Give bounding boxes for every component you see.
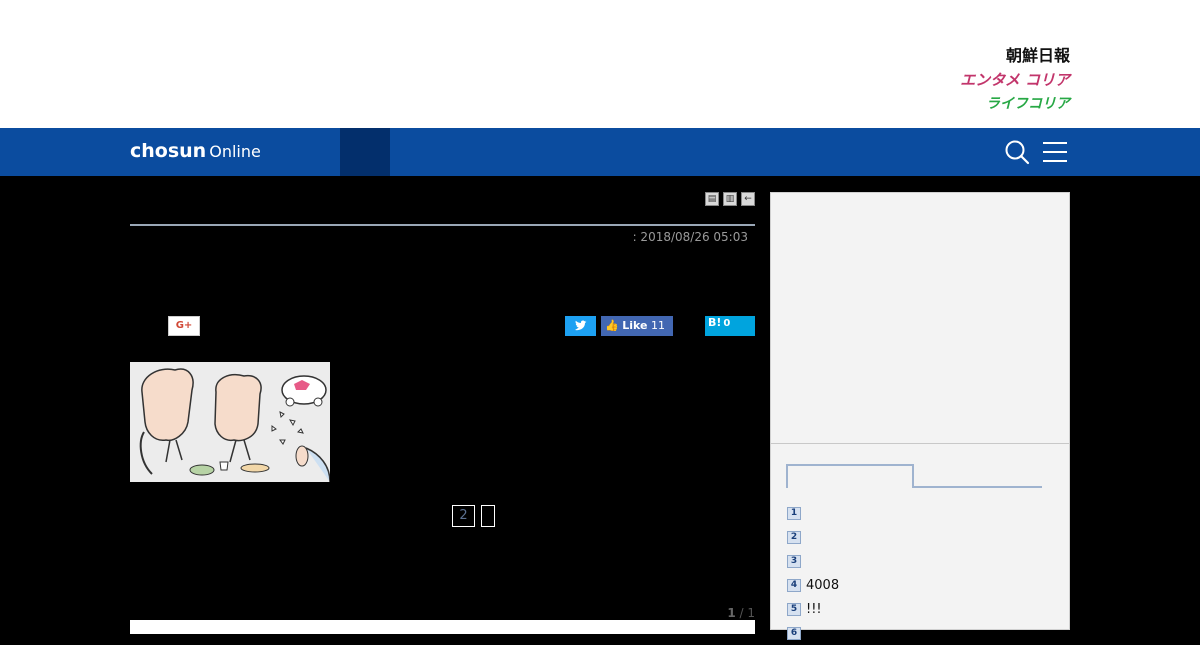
article-pager: 2 (452, 505, 495, 527)
logo-bold: chosun (130, 140, 207, 162)
hatena-count: 0 (723, 318, 731, 329)
page-count-current: 1 (727, 606, 736, 620)
page-count: 1 / 1 (727, 606, 755, 620)
next-page-button[interactable] (481, 505, 495, 527)
hatena-label: B! (708, 316, 722, 329)
list-item[interactable]: 6 (787, 621, 1047, 645)
ranking-tabs (786, 464, 1042, 489)
page-count-total: / 1 (739, 606, 756, 620)
fb-like-count: 11 (650, 319, 665, 332)
facebook-like-button[interactable]: 👍 Like 11 (601, 316, 673, 336)
search-icon[interactable] (1004, 139, 1030, 165)
site-logo[interactable]: chosun Online (130, 140, 261, 162)
rank-title[interactable]: 4008 (806, 578, 839, 593)
twitter-button[interactable] (565, 316, 596, 336)
fb-like-label: Like (622, 319, 648, 332)
list-item[interactable]: 2 (787, 525, 1047, 549)
back-arrow-icon[interactable]: ← (741, 192, 755, 206)
list-item[interactable]: 4 4008 (787, 573, 1047, 597)
title-divider (130, 224, 755, 226)
logo-light: Online (209, 142, 261, 161)
rank-number: 5 (787, 602, 801, 616)
rank-number: 1 (787, 506, 801, 520)
ranking-list: 1 2 3 4 4008 5 !!! 6 (787, 501, 1047, 645)
document-icon[interactable]: ▥ (723, 192, 737, 206)
google-plus-button[interactable]: G+ (168, 316, 200, 336)
rank-number: 4 (787, 578, 801, 592)
page-2-button[interactable]: 2 (452, 505, 475, 527)
rank-number: 3 (787, 554, 801, 568)
tab-ranking-active[interactable] (786, 464, 914, 488)
tab-ranking-inactive[interactable] (914, 486, 1042, 488)
top-header: 朝鮮日報 エンタメ コリア ライフコリア (0, 0, 1200, 128)
article-tools: ▤ ▥ ← (705, 192, 755, 206)
list-item[interactable]: 1 (787, 501, 1047, 525)
print-icon[interactable]: ▤ (705, 192, 719, 206)
rank-number: 2 (787, 530, 801, 544)
thumbs-up-icon: 👍 (605, 319, 619, 332)
twitter-icon (575, 320, 587, 331)
list-item[interactable]: 3 (787, 549, 1047, 573)
rank-number: 6 (787, 626, 801, 640)
brand-links: 朝鮮日報 エンタメ コリア ライフコリア (960, 44, 1070, 116)
hatena-bookmark-button[interactable]: B! 0 (705, 316, 755, 336)
menu-icon[interactable] (1042, 141, 1068, 163)
article-illustration (130, 362, 330, 482)
chosun-ilbo-link[interactable]: 朝鮮日報 (960, 44, 1070, 68)
list-item[interactable]: 5 !!! (787, 597, 1047, 621)
entame-korea-link[interactable]: エンタメ コリア (960, 68, 1070, 92)
comment-box (130, 620, 755, 634)
rank-title[interactable]: !!! (806, 602, 822, 617)
ad-area (771, 193, 1069, 444)
article-date: : 2018/08/26 05:03 (632, 230, 748, 244)
sidebar: 1 2 3 4 4008 5 !!! 6 (770, 192, 1070, 640)
nav-active-tab[interactable] (340, 128, 390, 176)
nav-bar: chosun Online (0, 128, 1200, 176)
life-korea-link[interactable]: ライフコリア (960, 92, 1070, 116)
